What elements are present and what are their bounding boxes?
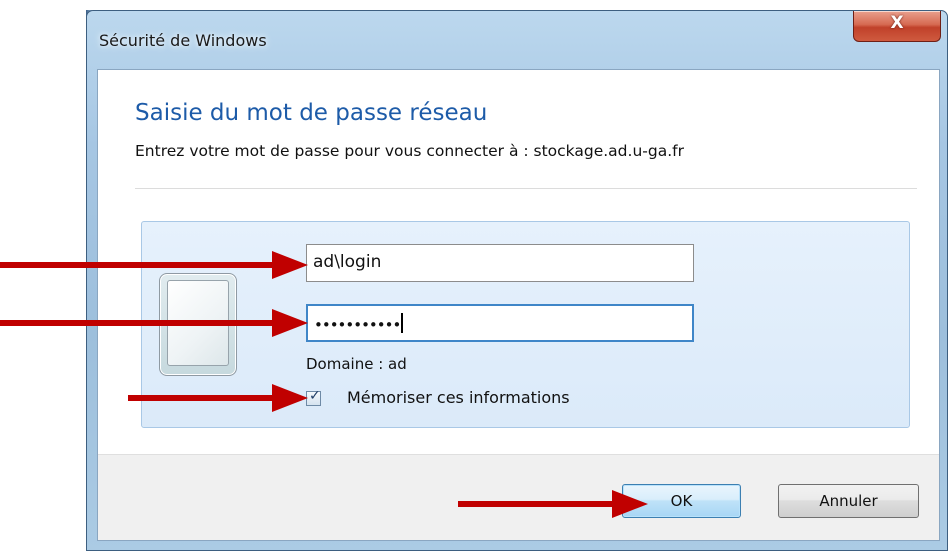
close-button[interactable]: X [853, 11, 941, 42]
dialog-content: Saisie du mot de passe réseau Entrez vot… [97, 69, 940, 541]
text-caret [401, 313, 404, 333]
arrow-to-username [0, 251, 308, 279]
dialog-instructions: Entrez votre mot de passe pour vous conn… [135, 142, 684, 160]
remember-label[interactable]: Mémoriser ces informations [347, 388, 570, 407]
dialog-heading: Saisie du mot de passe réseau [135, 100, 488, 126]
separator [135, 188, 917, 189]
password-value: ••••••••••• [314, 316, 401, 334]
domain-label: Domaine : ad [306, 355, 407, 373]
close-icon: X [890, 13, 904, 33]
arrow-to-password [0, 309, 308, 337]
username-value: ad\login [313, 252, 382, 272]
arrow-to-remember [128, 384, 308, 412]
password-field[interactable]: ••••••••••• [306, 304, 694, 342]
arrow-to-ok-button [458, 490, 648, 518]
cancel-button[interactable]: Annuler [778, 484, 919, 518]
window-title: Sécurité de Windows [99, 31, 267, 50]
title-bar[interactable]: Sécurité de Windows X [87, 11, 947, 71]
username-field[interactable]: ad\login [306, 244, 694, 282]
